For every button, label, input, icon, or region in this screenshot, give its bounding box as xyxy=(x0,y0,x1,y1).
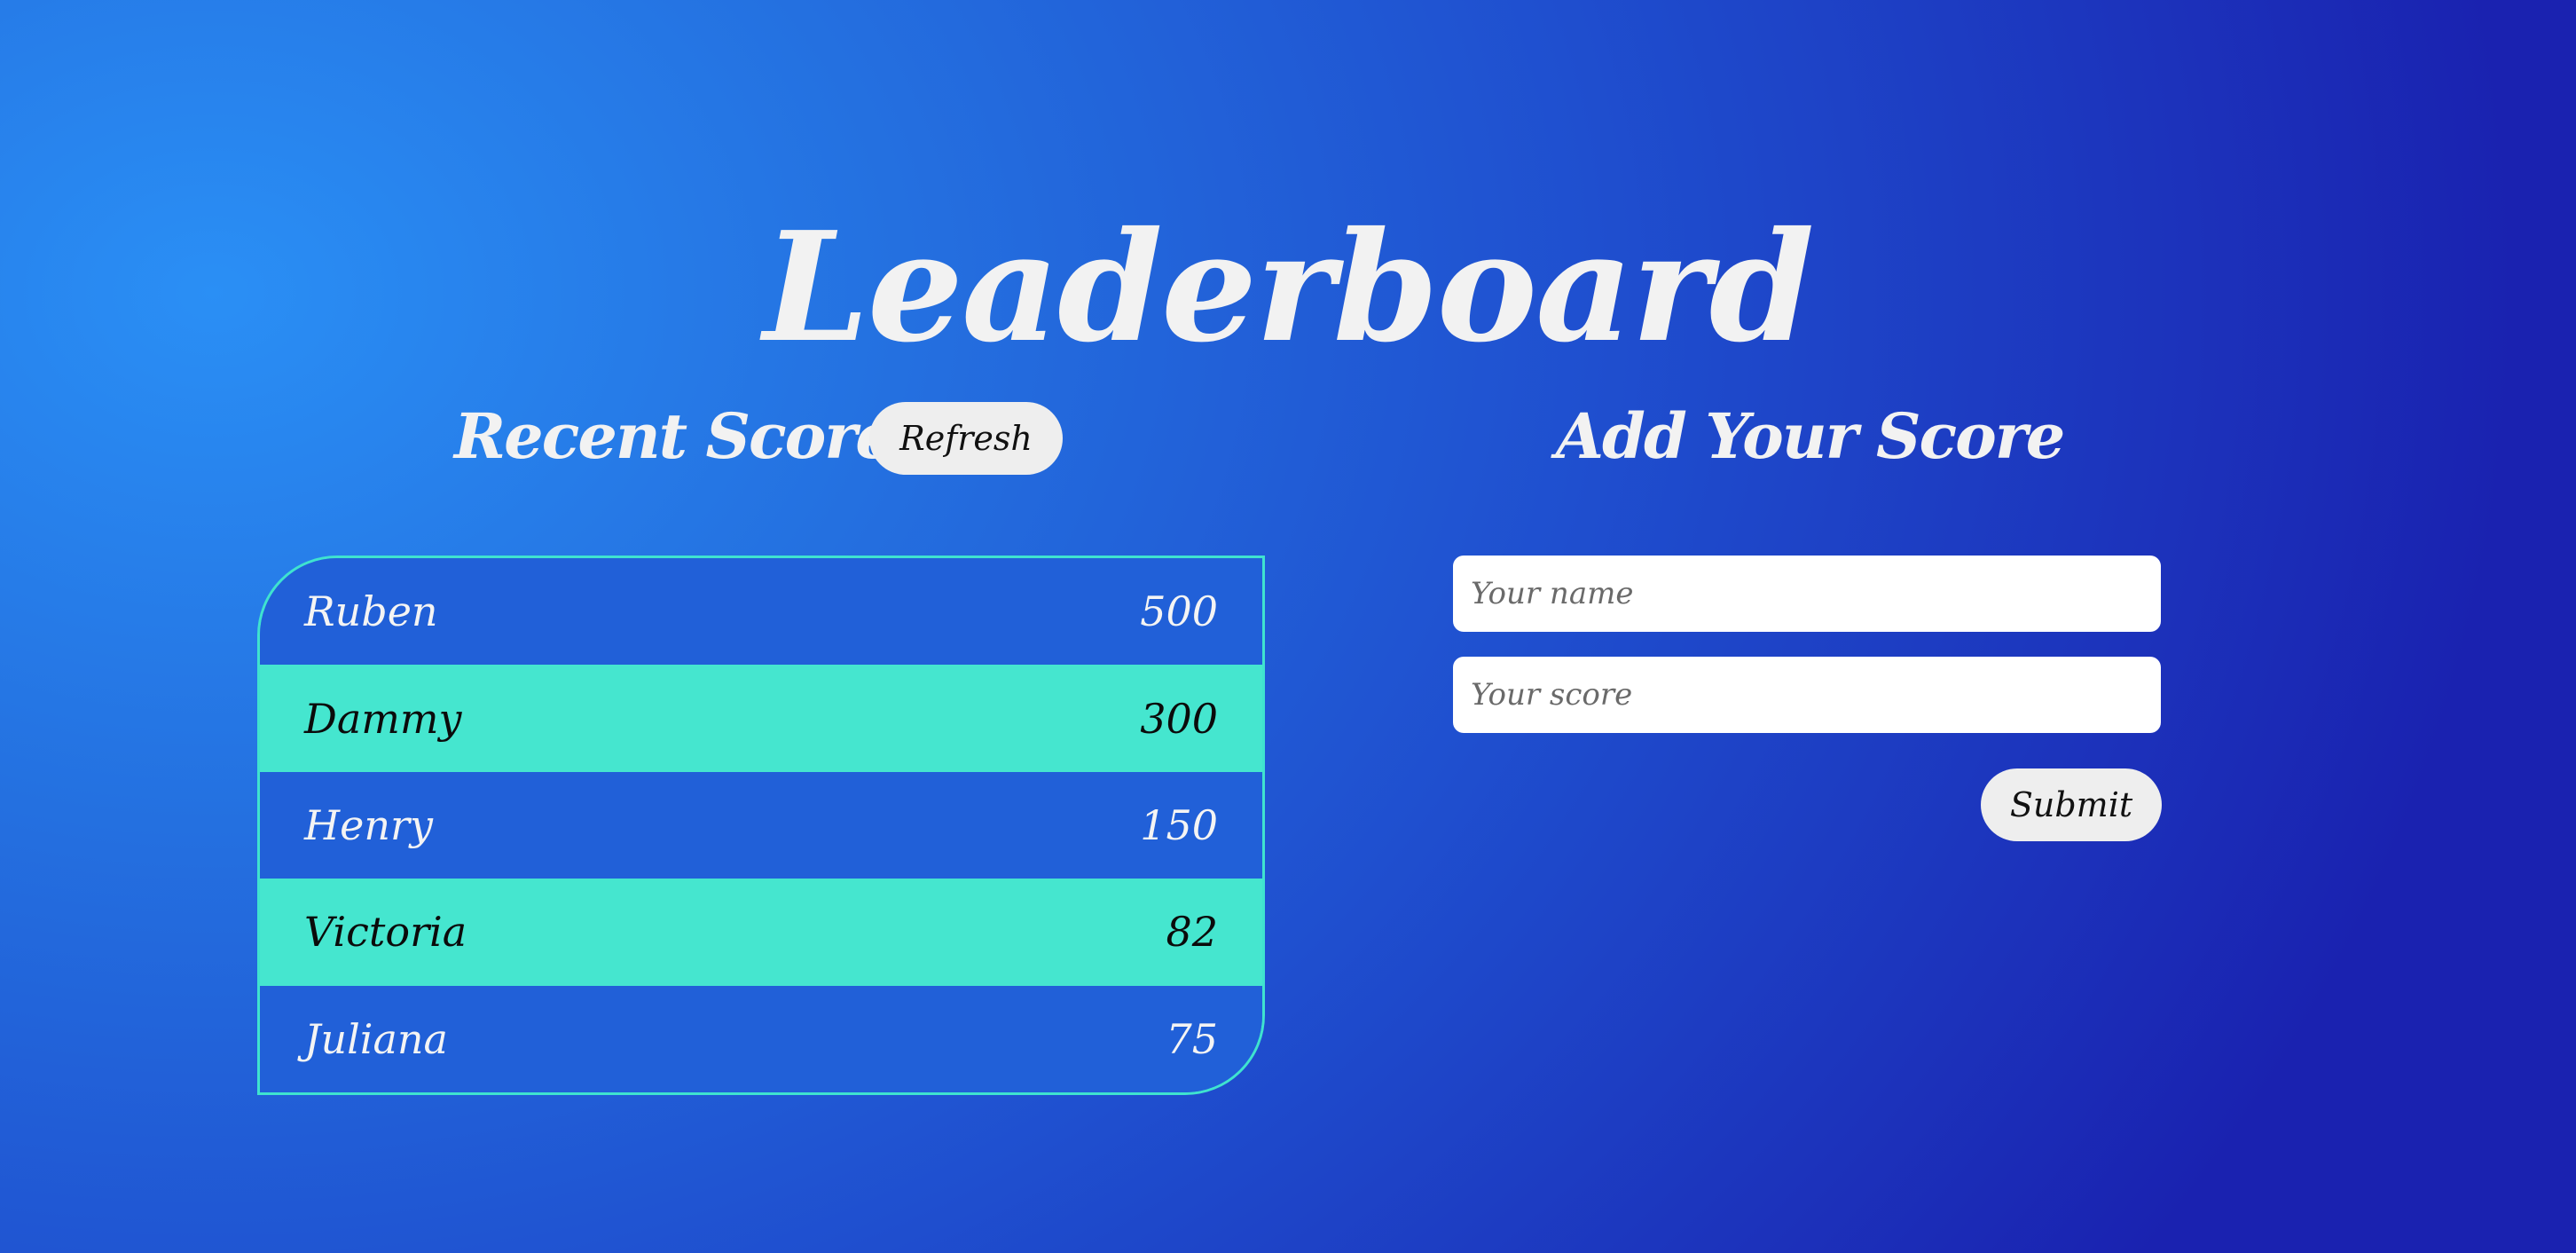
player-score: 82 xyxy=(1166,908,1218,957)
player-name: Dammy xyxy=(304,694,462,743)
page-title: Leaderboard xyxy=(763,198,1814,376)
player-score: 500 xyxy=(1140,587,1218,636)
score-row: Ruben 500 xyxy=(260,558,1262,666)
player-score: 75 xyxy=(1166,1014,1218,1063)
score-row: Victoria 82 xyxy=(260,879,1262,986)
scores-table: Ruben 500 Dammy 300 Henry 150 Victoria 8… xyxy=(257,556,1265,1095)
player-name: Henry xyxy=(304,800,433,849)
player-name: Ruben xyxy=(304,587,438,636)
player-name: Juliana xyxy=(304,1014,448,1063)
recent-scores-heading: Recent Scores xyxy=(454,399,928,473)
score-row: Henry 150 xyxy=(260,771,1262,879)
submit-button[interactable]: Submit xyxy=(1981,768,2162,841)
score-input[interactable] xyxy=(1453,657,2161,733)
player-score: 300 xyxy=(1140,694,1218,743)
score-row: Juliana 75 xyxy=(260,985,1262,1092)
player-score: 150 xyxy=(1140,800,1218,849)
score-row: Dammy 300 xyxy=(260,665,1262,772)
player-name: Victoria xyxy=(304,908,467,957)
add-score-heading: Add Your Score xyxy=(1555,399,2066,473)
refresh-button[interactable]: Refresh xyxy=(869,402,1063,475)
name-input[interactable] xyxy=(1453,556,2161,632)
